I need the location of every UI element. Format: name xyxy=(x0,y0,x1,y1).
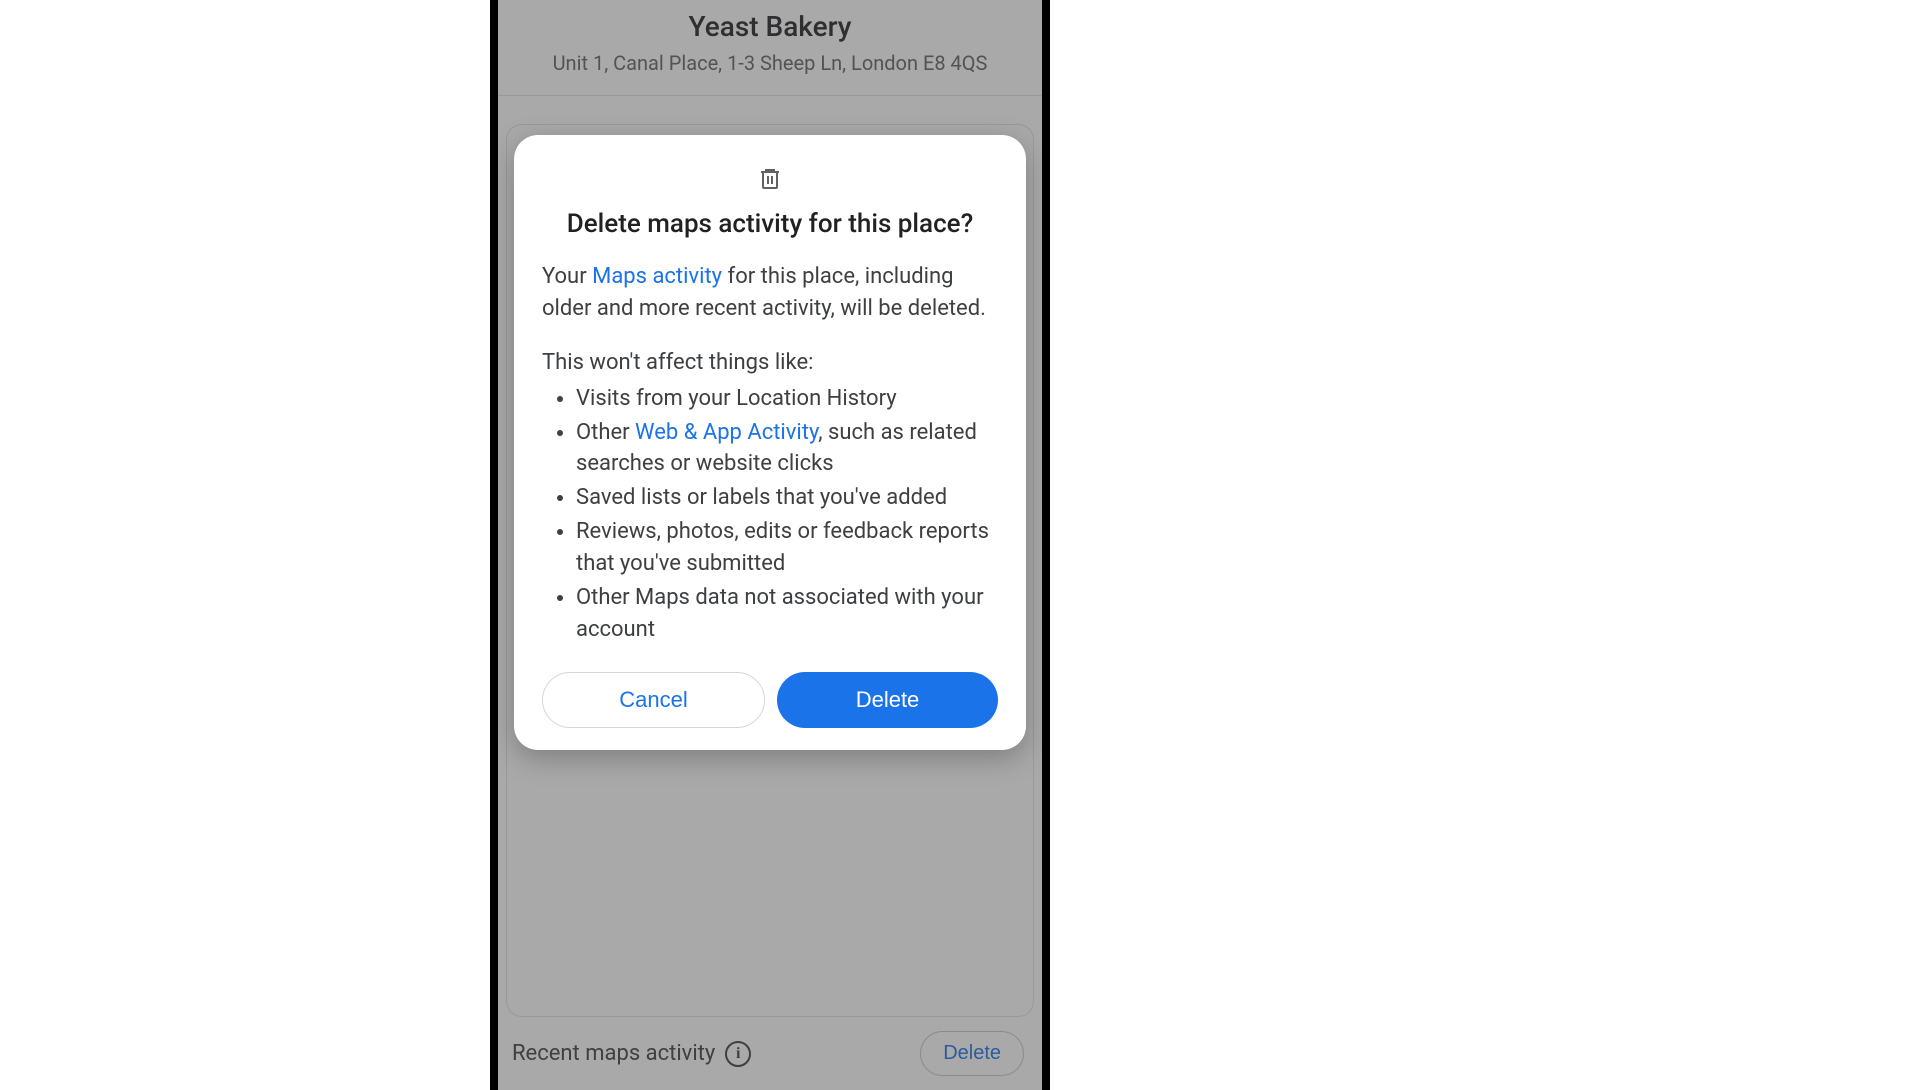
web-app-activity-link[interactable]: Web & App Activity xyxy=(635,420,818,445)
maps-activity-link[interactable]: Maps activity xyxy=(592,264,722,289)
delete-button[interactable]: Delete xyxy=(777,672,998,728)
phone-frame: Yeast Bakery Unit 1, Canal Place, 1-3 Sh… xyxy=(490,0,1050,1090)
list-item: Visits from your Location History xyxy=(576,383,998,415)
dialog-body: Your Maps activity for this place, inclu… xyxy=(542,261,998,646)
list-item: Saved lists or labels that you've added xyxy=(576,482,998,514)
list-item: Reviews, photos, edits or feedback repor… xyxy=(576,516,998,580)
dialog-unaffected-intro: This won't affect things like: xyxy=(542,347,998,379)
list-item-prefix: Other xyxy=(576,420,635,445)
dialog-unaffected-list: Visits from your Location History Other … xyxy=(542,383,998,646)
list-item: Other Web & App Activity, such as relate… xyxy=(576,417,998,481)
cancel-button[interactable]: Cancel xyxy=(542,672,765,728)
list-item: Other Maps data not associated with your… xyxy=(576,582,998,646)
dialog-actions: Cancel Delete xyxy=(542,672,998,728)
dialog-body-paragraph: Your Maps activity for this place, inclu… xyxy=(542,261,998,325)
phone-screen: Yeast Bakery Unit 1, Canal Place, 1-3 Sh… xyxy=(498,0,1042,1090)
dialog-title: Delete maps activity for this place? xyxy=(542,209,998,239)
trash-icon xyxy=(542,165,998,195)
delete-activity-dialog: Delete maps activity for this place? You… xyxy=(514,135,1026,750)
dialog-body-prefix: Your xyxy=(542,264,592,289)
